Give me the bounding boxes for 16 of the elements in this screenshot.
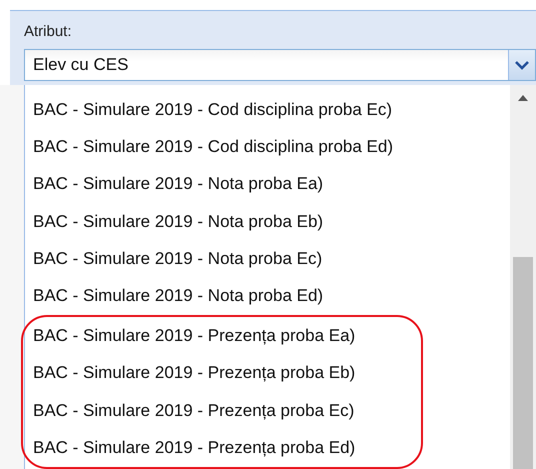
dropdown-option[interactable]: BAC - Simulare 2019 - Nota proba Ea) [31,166,510,203]
combo-box[interactable]: Elev cu CES [24,49,536,81]
dropdown-trigger[interactable] [508,50,535,80]
dropdown-option[interactable]: BAC - Simulare 2019 - Nota proba Ec) [31,240,510,278]
dropdown-option[interactable]: BAC - Simulare 2019 - Nota proba Ed) [31,278,510,315]
field-label: Atribut: [24,23,72,40]
dropdown-option[interactable]: BAC - Simulare 2019 - Prezența proba Eb) [31,354,421,392]
dropdown-option[interactable]: BAC - Simulare 2019 - Prezența proba Ec) [31,392,421,430]
dropdown-option[interactable]: BAC - Simulare 2019 - Nota proba Eb) [31,202,510,240]
dropdown-option[interactable]: BAC - Simulare 2019 - Cod disciplina proba Ec) [31,91,510,128]
scroll-up-icon[interactable] [518,95,528,101]
scrollbar[interactable] [510,85,536,469]
chevron-down-icon [515,60,529,70]
dropdown-option[interactable]: BAC - Simulare 2019 - Prezența proba Ed) [31,429,421,467]
dropdown-option[interactable]: BAC - Simulare 2019 - Cod disciplina proba Ed) [31,128,510,166]
dropdown-option[interactable]: BAC - Simulare 2019 - Prezența proba Ea) [31,316,421,354]
